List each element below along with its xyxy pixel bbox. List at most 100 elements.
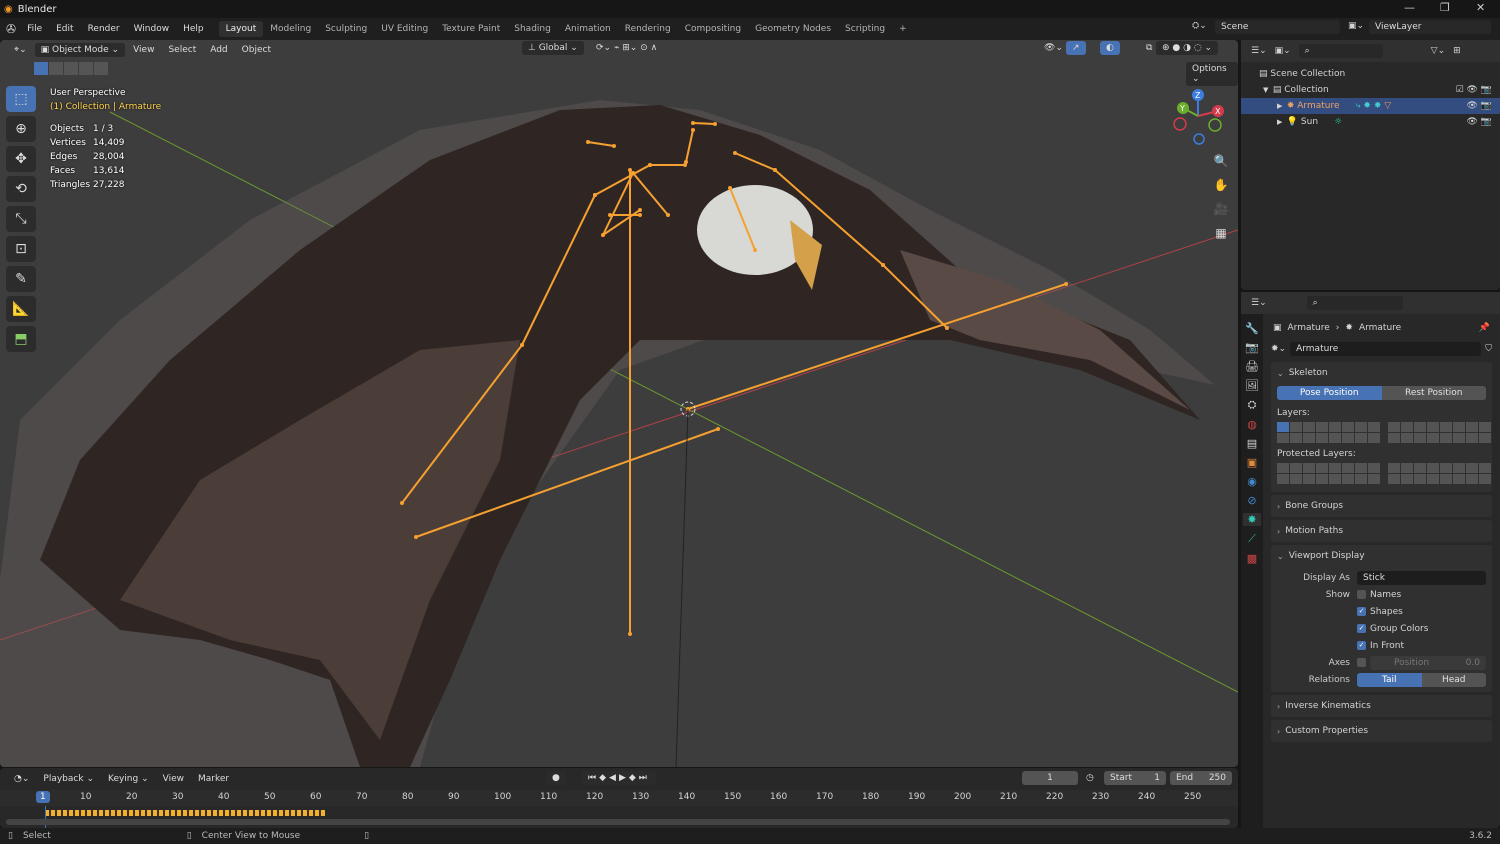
texture-tab-icon[interactable]: ▩ bbox=[1247, 552, 1257, 565]
scene-selector[interactable]: Scene bbox=[1215, 20, 1340, 34]
pose-position-button[interactable]: Pose Position bbox=[1277, 386, 1382, 400]
layer-cell[interactable] bbox=[1290, 463, 1302, 473]
scale-tool-icon[interactable]: ⤡ bbox=[6, 206, 36, 232]
editor-type-icon[interactable]: ☰⌄ bbox=[1251, 46, 1267, 56]
axes-position-field[interactable]: Position 0.0 bbox=[1370, 655, 1486, 670]
world-tab-icon[interactable]: ◍ bbox=[1247, 418, 1257, 431]
layer-cell[interactable] bbox=[1303, 474, 1315, 484]
layer-cell[interactable] bbox=[1427, 474, 1439, 484]
tab-sculpting[interactable]: Sculpting bbox=[318, 21, 374, 37]
expand-icon[interactable]: ▶ bbox=[1277, 102, 1287, 110]
layer-cell[interactable] bbox=[1414, 433, 1426, 443]
options-button[interactable]: Options ⌄ bbox=[1186, 62, 1238, 86]
layer-cell[interactable] bbox=[1479, 433, 1491, 443]
tab-geometry-nodes[interactable]: Geometry Nodes bbox=[748, 21, 838, 37]
preview-range-icon[interactable]: ◷ bbox=[1086, 773, 1094, 783]
group-colors-checkbox[interactable]: ✓ bbox=[1357, 624, 1366, 633]
outliner-item-sun[interactable]: ▶ 💡 Sun ☼ 👁 📷 bbox=[1241, 114, 1500, 130]
relations-tail-button[interactable]: Tail bbox=[1357, 672, 1422, 687]
layer-cell[interactable] bbox=[1316, 474, 1328, 484]
layer-cell[interactable] bbox=[1427, 422, 1439, 432]
view-layer-selector[interactable]: ViewLayer bbox=[1369, 20, 1491, 34]
viewport-display-header[interactable]: ⌄ Viewport Display bbox=[1277, 549, 1486, 563]
visibility-toggles[interactable]: 👁 📷 bbox=[1467, 117, 1493, 127]
layer-cell[interactable] bbox=[1342, 463, 1354, 473]
render-tab-icon[interactable]: 📷 bbox=[1245, 341, 1259, 354]
editor-type-icon[interactable]: ⌖⌄ bbox=[8, 43, 33, 57]
layer-cell[interactable] bbox=[1316, 463, 1328, 473]
minimize-icon[interactable]: — bbox=[1404, 1, 1415, 14]
names-checkbox[interactable] bbox=[1357, 590, 1366, 599]
selection-mode-icons[interactable] bbox=[34, 62, 108, 75]
tab-rendering[interactable]: Rendering bbox=[618, 21, 678, 37]
playback-controls[interactable]: ⏮◆◀▶◆⏭ bbox=[582, 771, 656, 785]
layer-cell[interactable] bbox=[1453, 474, 1465, 484]
shading-modes-icon[interactable]: ⊕ ● ◑ ◌ ⌄ bbox=[1156, 41, 1219, 55]
layer-cell[interactable] bbox=[1316, 422, 1328, 432]
layer-cell[interactable] bbox=[1440, 463, 1452, 473]
custom-properties-panel[interactable]: › Custom Properties bbox=[1271, 720, 1492, 742]
layer-cell[interactable] bbox=[1388, 422, 1400, 432]
select-subtract-icon[interactable] bbox=[64, 62, 78, 75]
layer-cell[interactable] bbox=[1355, 422, 1367, 432]
3d-viewport[interactable]: ⌖⌄ ▣ Object Mode ⌄ View Select Add Objec… bbox=[0, 40, 1238, 767]
playhead-frame-label[interactable]: 1 bbox=[36, 791, 50, 803]
editor-type-icon[interactable]: ◔⌄ bbox=[8, 772, 35, 786]
menu-view[interactable]: View bbox=[127, 43, 160, 57]
menu-playback[interactable]: Playback ⌄ bbox=[37, 772, 100, 786]
layer-cell[interactable] bbox=[1427, 433, 1439, 443]
layer-cell[interactable] bbox=[1342, 433, 1354, 443]
rest-position-button[interactable]: Rest Position bbox=[1381, 386, 1486, 400]
move-tool-icon[interactable]: ✥ bbox=[6, 146, 36, 172]
layer-cell[interactable] bbox=[1440, 422, 1452, 432]
close-icon[interactable]: ✕ bbox=[1476, 1, 1485, 14]
outliner-search-input[interactable]: ⌕ bbox=[1298, 44, 1383, 58]
layer-cell[interactable] bbox=[1277, 474, 1289, 484]
scene-tab-icon[interactable]: ⛭ bbox=[1248, 398, 1257, 412]
cursor-tool-icon[interactable]: ⊕ bbox=[6, 116, 36, 142]
constraints-tab-icon[interactable]: ⊘ bbox=[1247, 494, 1256, 507]
menu-file[interactable]: File bbox=[20, 24, 49, 34]
layer-cell[interactable] bbox=[1401, 463, 1413, 473]
protected-layers-grid[interactable] bbox=[1277, 463, 1491, 484]
layer-cell[interactable] bbox=[1466, 474, 1478, 484]
camera-icon[interactable]: 🎥 bbox=[1210, 198, 1232, 220]
annotate-tool-icon[interactable]: ✎ bbox=[6, 266, 36, 292]
tab-scripting[interactable]: Scripting bbox=[838, 21, 892, 37]
select-extend-icon[interactable] bbox=[49, 62, 63, 75]
layer-cell[interactable] bbox=[1479, 422, 1491, 432]
layer-cell[interactable] bbox=[1401, 474, 1413, 484]
layer-cell[interactable] bbox=[1316, 433, 1328, 443]
add-cube-tool-icon[interactable]: ⬒ bbox=[6, 326, 36, 352]
outliner-item-scene-collection[interactable]: ▤ Scene Collection bbox=[1241, 66, 1500, 82]
visibility-toggles[interactable]: 👁 📷 bbox=[1467, 101, 1493, 111]
layer-cell[interactable] bbox=[1290, 474, 1302, 484]
layer-cell[interactable] bbox=[1355, 474, 1367, 484]
inverse-kinematics-panel[interactable]: › Inverse Kinematics bbox=[1271, 695, 1492, 717]
measure-tool-icon[interactable]: 📐 bbox=[6, 296, 36, 322]
layer-cell[interactable] bbox=[1453, 422, 1465, 432]
fake-user-shield-icon[interactable]: ⛉ bbox=[1485, 344, 1492, 354]
object-tab-icon[interactable]: ▣ bbox=[1247, 456, 1257, 469]
tab-animation[interactable]: Animation bbox=[558, 21, 618, 37]
expand-icon[interactable]: ▶ bbox=[1277, 118, 1287, 126]
layers-grid[interactable] bbox=[1277, 422, 1491, 443]
outliner-item-armature[interactable]: ▶ ✸ Armature ⤷ ✸ ✸ ▽ 👁 📷 bbox=[1241, 98, 1500, 114]
scene-icon[interactable]: ⛭⌄ bbox=[1192, 21, 1207, 31]
tab-shading[interactable]: Shading bbox=[507, 21, 558, 37]
visibility-icon[interactable]: 👁⌄ bbox=[1038, 41, 1069, 55]
menu-edit[interactable]: Edit bbox=[49, 24, 80, 34]
zoom-icon[interactable]: 🔍 bbox=[1210, 150, 1232, 172]
frame-ruler[interactable]: 1 10 20 30 40 50 60 70 80 90 100 110 120 130 140 150 16… bbox=[0, 790, 1238, 806]
armature-data-icons[interactable]: ⤷ ✸ ✸ ▽ bbox=[1356, 101, 1392, 111]
layer-cell[interactable] bbox=[1479, 463, 1491, 473]
axes-checkbox[interactable] bbox=[1357, 658, 1366, 667]
layer-cell[interactable] bbox=[1414, 422, 1426, 432]
shapes-checkbox[interactable]: ✓ bbox=[1357, 607, 1366, 616]
editor-type-icon[interactable]: ☰⌄ bbox=[1251, 298, 1267, 308]
pan-hand-icon[interactable]: ✋ bbox=[1210, 174, 1232, 196]
tab-modeling[interactable]: Modeling bbox=[263, 21, 318, 37]
new-collection-icon[interactable]: ⊞ bbox=[1453, 46, 1461, 56]
menu-add[interactable]: Add bbox=[204, 43, 233, 57]
output-tab-icon[interactable]: 🖨 bbox=[1245, 360, 1259, 373]
